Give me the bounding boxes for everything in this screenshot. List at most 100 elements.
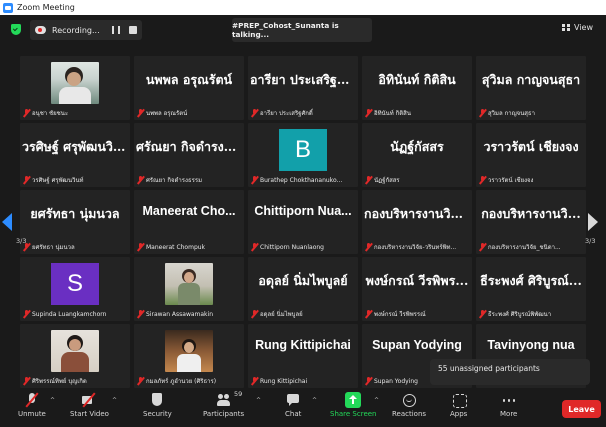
mic-muted-icon: [137, 109, 143, 117]
participant-avatar: S: [51, 263, 99, 305]
security-button[interactable]: Security: [143, 392, 172, 418]
participant-name: พงษ์กรณ์ วีรพิพร...: [365, 273, 469, 288]
participant-photo: [51, 330, 99, 372]
participant-tile[interactable]: กมลภัทร์ ภูอำนวย (ศิริธาร): [134, 324, 244, 388]
mic-muted-icon: [251, 109, 257, 117]
mic-muted-icon: [479, 176, 485, 184]
participant-tile[interactable]: B Burathep Chokthananuko...: [248, 123, 358, 187]
mic-muted-icon: [479, 109, 485, 117]
mic-muted-icon: [23, 377, 29, 385]
share-screen-button[interactable]: Share Screen: [330, 392, 377, 418]
participant-tile[interactable]: อนุชา ชัยชนะ: [20, 56, 130, 120]
view-label: View: [574, 22, 593, 32]
audio-options-caret-icon[interactable]: ^: [50, 397, 55, 404]
participant-label: ศิริพรรณ์ทิพย์ บุญเกิด: [23, 376, 87, 386]
participant-label: กองบริหารงานวิจัย_ชนิดา...: [479, 242, 561, 252]
participant-label: Supinda Luangkamchorn: [23, 309, 106, 319]
mic-muted-icon: [23, 176, 29, 184]
chat-button[interactable]: Chat: [285, 392, 301, 418]
participant-tile[interactable]: นพพล อรุณรัตน์ นพพล อรุณรัตน์: [134, 56, 244, 120]
participant-label: วราวรัตน์ เชียงจง: [479, 175, 533, 185]
start-video-button[interactable]: Start Video: [70, 392, 109, 418]
participant-tile[interactable]: Rung Kittipichai Rung Kittipichai: [248, 324, 358, 388]
mic-muted-icon: [365, 176, 371, 184]
grid-view-icon: [562, 23, 570, 31]
mic-muted-icon: [23, 310, 29, 318]
page-indicator-left: 3/3: [16, 237, 27, 245]
stop-recording-icon[interactable]: [129, 26, 137, 34]
participant-name: Rung Kittipichai: [255, 338, 351, 352]
encryption-shield-icon[interactable]: [11, 24, 21, 35]
participant-tile[interactable]: สุวิมล กาญจนสุธา สุวิมล กาญจนสุธา: [476, 56, 586, 120]
mic-muted-icon: [251, 377, 257, 385]
participant-tile[interactable]: กองบริหารงานวิจั... กองบริหารงานวิจัย-วร…: [362, 190, 472, 254]
participant-label: Maneerat Chompuk: [137, 242, 205, 252]
participant-label: Chittiporn Nuanlaong: [251, 242, 324, 252]
participant-label: Sirawan Assawamakin: [137, 309, 213, 319]
participant-tile[interactable]: อารียา ประเสริฐสั... อารียา ประเสริฐศักด…: [248, 56, 358, 120]
participant-tile[interactable]: ยศรัทธา นุ่มนวล ยศรัทธา นุ่มนวล: [20, 190, 130, 254]
participant-name: Tavinyong nua: [487, 338, 575, 352]
participant-label: พงษ์กรณ์ วีรพิพรรณ์: [365, 309, 426, 319]
participant-name: อดุลย์ นิ่มไพบูลย์: [258, 273, 348, 288]
participant-label: ธีระพงศ์ ศิริบูรณ์พิพัฒนา: [479, 309, 551, 319]
apps-button[interactable]: Apps: [450, 392, 467, 418]
share-screen-icon: [345, 392, 362, 408]
participant-tile[interactable]: วราวรัตน์ เชียงจง วราวรัตน์ เชียงจง: [476, 123, 586, 187]
participant-label: Burathep Chokthananuko...: [251, 175, 342, 185]
more-button[interactable]: More: [500, 392, 517, 418]
chat-bubble-icon: [285, 392, 301, 408]
gallery-grid: อนุชา ชัยชนะ นพพล อรุณรัตน์ นพพล อรุณรัต…: [0, 15, 606, 390]
participant-name: Supan Yodying: [372, 338, 462, 352]
participant-tile[interactable]: อดุลย์ นิ่มไพบูลย์ อดุลย์ นิ่มไพบูลย์: [248, 257, 358, 321]
participant-tile[interactable]: S Supinda Luangkamchorn: [20, 257, 130, 321]
participants-options-caret-icon[interactable]: ^: [256, 397, 261, 404]
previous-page-button[interactable]: [0, 205, 14, 265]
participant-tile[interactable]: นัฏฐ์กัสสร นัฏฐ์กัสสร: [362, 123, 472, 187]
chat-options-caret-icon[interactable]: ^: [312, 397, 317, 404]
participant-name: ธีระพงศ์ ศิริบูรณ์...: [480, 273, 582, 288]
participant-tile[interactable]: ศรัณยา กิจดำรงธ... ศรัณยา กิจดำรงธรรม: [134, 123, 244, 187]
participant-tile[interactable]: ธีระพงศ์ ศิริบูรณ์... ธีระพงศ์ ศิริบูรณ์…: [476, 257, 586, 321]
cloud-recording-icon: [35, 26, 46, 34]
chevron-left-icon: [2, 213, 12, 231]
participant-name: กองบริหารงานวิจั...: [364, 206, 471, 221]
view-button[interactable]: View: [562, 20, 593, 34]
unassigned-participants-tooltip: 55 unassigned participants: [430, 359, 590, 385]
participant-name: อิทินันท์ กิติสิน: [378, 72, 456, 87]
leave-button[interactable]: Leave: [562, 400, 601, 418]
participant-name: ยศรัทธา นุ่มนวล: [30, 206, 120, 221]
share-options-caret-icon[interactable]: ^: [374, 397, 379, 404]
window-title: Zoom Meeting: [17, 3, 75, 12]
participant-tile[interactable]: Sirawan Assawamakin: [134, 257, 244, 321]
participant-tile[interactable]: วรศิษฐ์ ศรุพัฒนวินท์ วรศิษฐ์ ศรุพัฒนวินท…: [20, 123, 130, 187]
security-shield-icon: [149, 392, 165, 408]
participant-label: อิทินันท์ กิติสิน: [365, 108, 411, 118]
page-indicator-right: 3/3: [585, 237, 596, 245]
participant-name: Chittiporn Nua...: [254, 204, 352, 218]
participant-label: วรศิษฐ์ ศรุพัฒนวินท์: [23, 175, 84, 185]
video-options-caret-icon[interactable]: ^: [112, 397, 117, 404]
participant-tile[interactable]: ศิริพรรณ์ทิพย์ บุญเกิด: [20, 324, 130, 388]
reactions-button[interactable]: Reactions: [392, 392, 426, 418]
participants-count: 59: [234, 390, 243, 398]
participant-name: Maneerat Cho...: [142, 204, 236, 218]
mic-muted-icon: [251, 243, 257, 251]
next-page-button[interactable]: [584, 205, 606, 265]
chevron-right-icon: [588, 213, 598, 231]
pause-recording-icon[interactable]: [112, 26, 120, 34]
participant-label: กมลภัทร์ ภูอำนวย (ศิริธาร): [137, 376, 216, 386]
participant-name: นพพล อรุณรัตน์: [145, 72, 233, 87]
participant-name: วราวรัตน์ เชียงจง: [483, 139, 579, 154]
participant-label: อดุลย์ นิ่มไพบูลย์: [251, 309, 303, 319]
participant-tile[interactable]: Chittiporn Nua... Chittiporn Nuanlaong: [248, 190, 358, 254]
mic-muted-icon: [479, 243, 485, 251]
participant-tile[interactable]: พงษ์กรณ์ วีรพิพร... พงษ์กรณ์ วีรพิพรรณ์: [362, 257, 472, 321]
participant-name: กองบริหารงานวิ...: [481, 206, 581, 221]
participant-tile[interactable]: กองบริหารงานวิ... กองบริหารงานวิจัย_ชนิด…: [476, 190, 586, 254]
participant-tile[interactable]: Maneerat Cho... Maneerat Chompuk: [134, 190, 244, 254]
participant-tile[interactable]: อิทินันท์ กิติสิน อิทินันท์ กิติสิน: [362, 56, 472, 120]
unmute-button[interactable]: Unmute: [18, 392, 46, 418]
participant-label: นพพล อรุณรัตน์: [137, 108, 187, 118]
mic-muted-icon: [137, 377, 143, 385]
